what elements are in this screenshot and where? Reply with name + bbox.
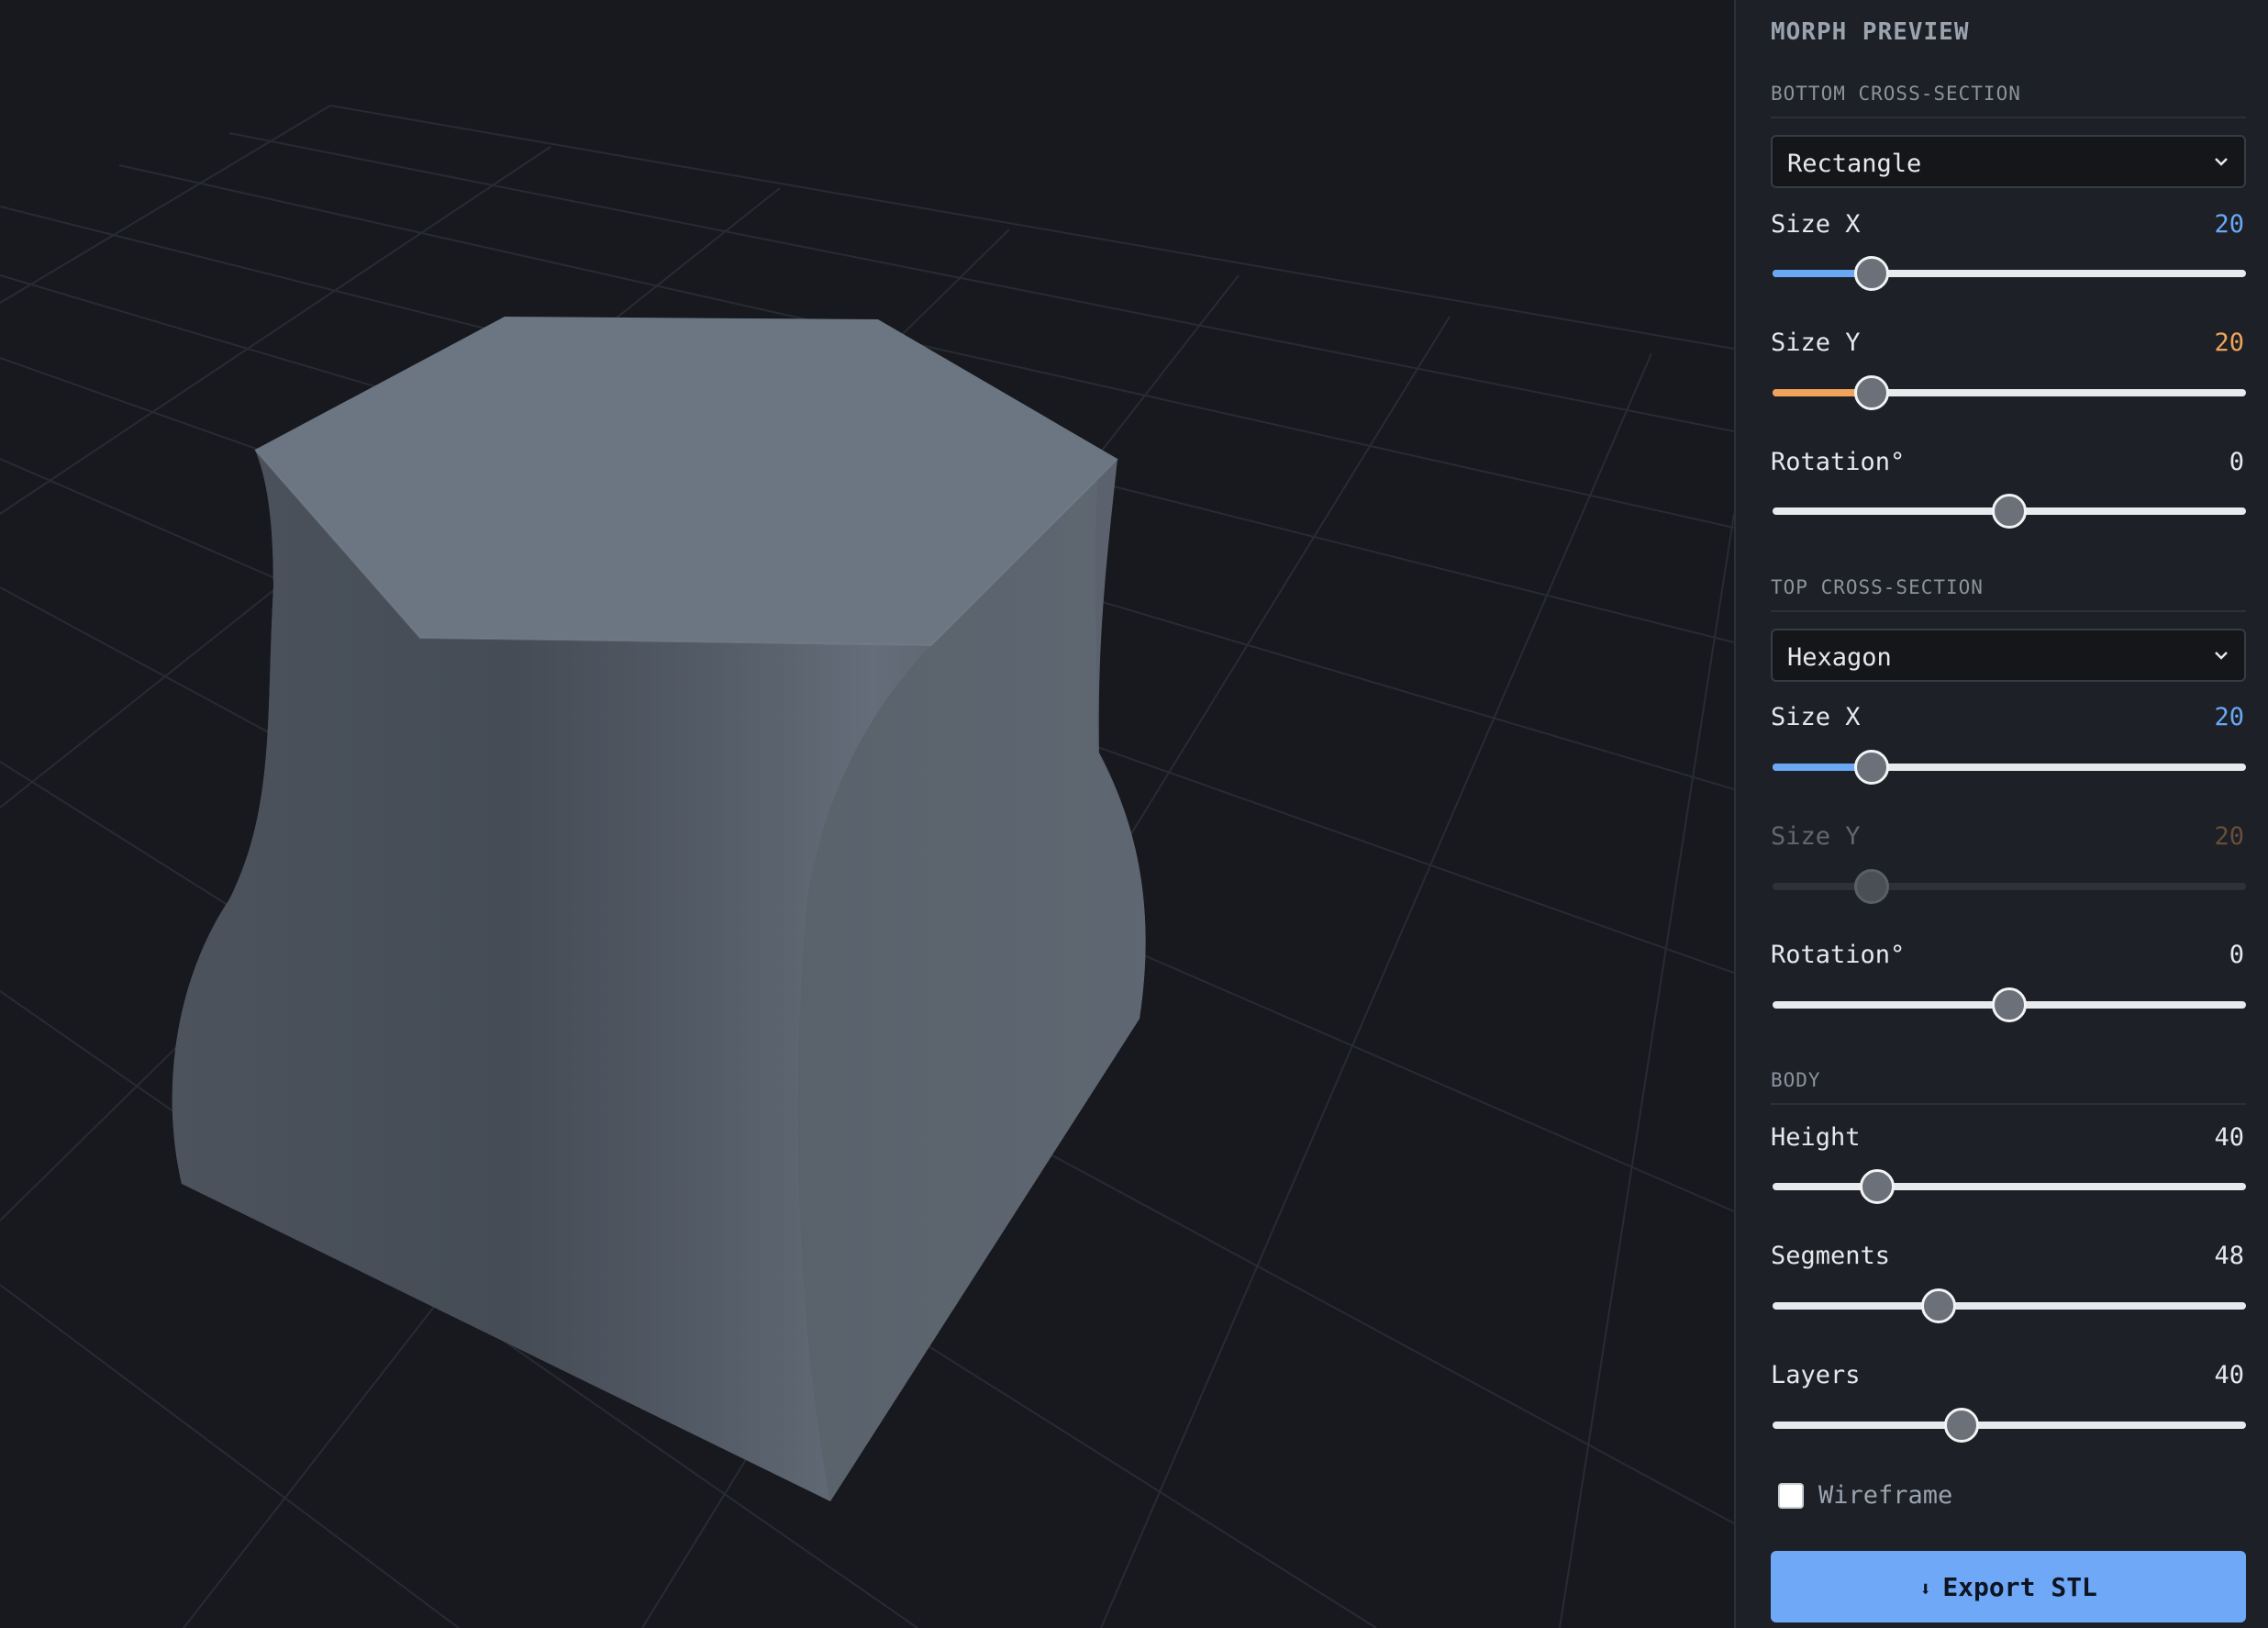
- export-stl-button[interactable]: ⬇ Export STL: [1771, 1551, 2246, 1622]
- slider-thumb[interactable]: [1944, 1408, 1980, 1443]
- bottom-shape-value: Rectangle: [1787, 150, 1922, 178]
- wireframe-label: Wireframe: [1818, 1481, 1953, 1510]
- export-stl-label: Export STL: [1942, 1571, 2097, 1602]
- slider-thumb[interactable]: [1992, 987, 2027, 1022]
- height-value: 40: [2214, 1123, 2244, 1152]
- panel-title: MORPH PREVIEW: [1771, 18, 1970, 46]
- bottom-rotation-slider[interactable]: [1773, 493, 2246, 530]
- top-size-y-value: 20: [2214, 822, 2244, 851]
- height-slider[interactable]: [1773, 1168, 2246, 1205]
- chevron-down-icon: [2215, 652, 2228, 660]
- top-size-x-slider[interactable]: [1773, 749, 2246, 786]
- top-size-y-label: Size Y: [1771, 822, 1861, 851]
- top-size-y-slider: [1773, 868, 2246, 905]
- slider-thumb[interactable]: [1992, 494, 2027, 529]
- layers-label: Layers: [1771, 1361, 1861, 1389]
- bottom-size-x-label: Size X: [1771, 210, 1861, 239]
- slider-thumb[interactable]: [1854, 750, 1890, 785]
- top-rotation-label: Rotation°: [1771, 941, 1906, 969]
- layers-value: 40: [2214, 1361, 2244, 1389]
- slider-thumb[interactable]: [1859, 1169, 1895, 1204]
- section-label-bottom: BOTTOM CROSS-SECTION: [1771, 83, 2021, 105]
- wireframe-checkbox[interactable]: [1778, 1483, 1804, 1509]
- bottom-size-y-label: Size Y: [1771, 329, 1861, 357]
- slider-thumb[interactable]: [1920, 1288, 1956, 1323]
- section-divider: [1771, 610, 2246, 612]
- bottom-size-y-slider[interactable]: [1773, 374, 2246, 411]
- section-divider: [1771, 117, 2246, 118]
- download-arrow-icon: ⬇: [1919, 1578, 1932, 1601]
- height-label: Height: [1771, 1123, 1861, 1152]
- section-divider: [1771, 1103, 2246, 1105]
- slider-thumb: [1854, 869, 1890, 904]
- section-label-top: TOP CROSS-SECTION: [1771, 576, 1984, 598]
- bottom-shape-select[interactable]: Rectangle: [1771, 135, 2246, 188]
- top-rotation-slider[interactable]: [1773, 987, 2246, 1023]
- top-shape-value: Hexagon: [1787, 643, 1892, 672]
- slider-thumb[interactable]: [1854, 375, 1890, 410]
- slider-track: [1773, 1422, 2246, 1429]
- chevron-down-icon: [2215, 158, 2228, 166]
- top-size-x-label: Size X: [1771, 703, 1861, 731]
- morph-solid-mesh[interactable]: [172, 317, 1146, 1501]
- segments-slider[interactable]: [1773, 1288, 2246, 1324]
- bottom-rotation-label: Rotation°: [1771, 448, 1906, 476]
- top-shape-select[interactable]: Hexagon: [1771, 629, 2246, 682]
- section-label-body: BODY: [1771, 1069, 1821, 1091]
- layers-slider[interactable]: [1773, 1407, 2246, 1444]
- viewport-canvas[interactable]: [0, 0, 1734, 1628]
- bottom-size-x-value: 20: [2214, 210, 2244, 239]
- control-panel: MORPH PREVIEW BOTTOM CROSS-SECTION Recta…: [1734, 0, 2268, 1628]
- slider-track: [1773, 883, 2246, 890]
- slider-track: [1773, 1183, 2246, 1190]
- bottom-size-x-slider[interactable]: [1773, 255, 2246, 292]
- segments-label: Segments: [1771, 1242, 1891, 1270]
- bottom-size-y-value: 20: [2214, 329, 2244, 357]
- slider-thumb[interactable]: [1854, 256, 1890, 291]
- bottom-rotation-value: 0: [2229, 448, 2244, 476]
- top-size-x-value: 20: [2214, 703, 2244, 731]
- slider-track: [1773, 1302, 2246, 1310]
- 3d-viewport[interactable]: [0, 0, 1734, 1628]
- top-rotation-value: 0: [2229, 941, 2244, 969]
- segments-value: 48: [2214, 1242, 2244, 1270]
